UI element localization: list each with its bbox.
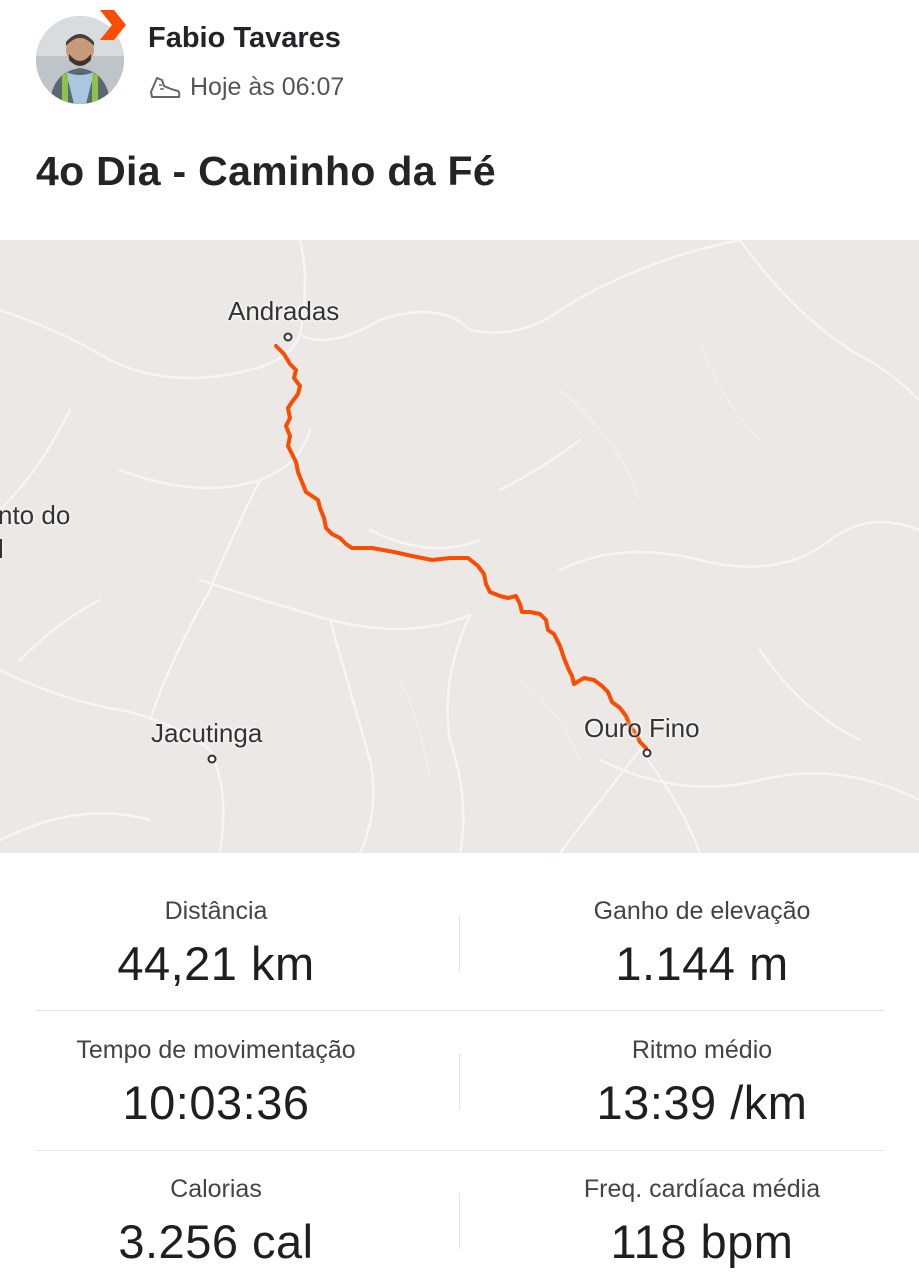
place-label-partial: nto do: [0, 500, 71, 530]
marker-ouro-fino: [642, 748, 652, 758]
marker-andradas: [283, 332, 293, 342]
marker-jacutinga: [207, 754, 217, 764]
stat-value: 1.144 m: [615, 937, 789, 990]
stat-label: Ritmo médio: [631, 1036, 773, 1064]
place-label-jacutinga: Jacutinga: [151, 718, 263, 748]
stat-value: 44,21 km: [117, 937, 315, 990]
divider: [459, 1193, 460, 1249]
divider: [36, 1150, 884, 1151]
stat-distance: Distância 44,21 km: [16, 897, 416, 991]
divider: [459, 1054, 460, 1110]
stat-value: 118 bpm: [610, 1215, 794, 1268]
activity-timestamp: Hoje às 06:07: [190, 72, 345, 101]
place-label-ouro-fino: Ouro Fino: [584, 713, 700, 743]
stat-label: Ganho de elevação: [593, 897, 811, 925]
stat-label: Calorias: [170, 1175, 262, 1203]
walking-shoe-icon: [150, 77, 181, 98]
activity-meta: Hoje às 06:07: [148, 72, 344, 102]
stat-value: 13:39 /km: [596, 1076, 808, 1129]
stat-pace: Ritmo médio 13:39 /km: [502, 1036, 902, 1130]
route-map[interactable]: Andradas nto do l Jacutinga Ouro Fino: [0, 240, 919, 853]
place-label-partial-2: l: [0, 534, 4, 564]
activity-title[interactable]: 4o Dia - Caminho da Fé: [36, 148, 496, 195]
strava-chevron-icon: [100, 10, 126, 40]
user-name[interactable]: Fabio Tavares: [148, 22, 341, 55]
stat-label: Tempo de movimentação: [76, 1036, 356, 1064]
stat-value: 10:03:36: [122, 1076, 310, 1129]
place-label-andradas: Andradas: [228, 296, 340, 326]
stat-elevation: Ganho de elevação 1.144 m: [502, 897, 902, 991]
stat-label: Freq. cardíaca média: [583, 1175, 821, 1203]
map-canvas: [0, 240, 919, 853]
stat-moving-time: Tempo de movimentação 10:03:36: [16, 1036, 416, 1130]
stat-heart-rate: Freq. cardíaca média 118 bpm: [502, 1175, 902, 1269]
activity-stats: Distância 44,21 km Ganho de elevação 1.1…: [0, 853, 919, 1280]
divider: [36, 1010, 884, 1011]
divider: [459, 915, 460, 971]
route-line: [274, 344, 648, 750]
stat-label: Distância: [164, 897, 268, 925]
stat-calories: Calorias 3.256 cal: [16, 1175, 416, 1269]
activity-header: Fabio Tavares Hoje às 06:07 4o Dia - Cam…: [0, 0, 919, 240]
stat-value: 3.256 cal: [118, 1215, 314, 1268]
